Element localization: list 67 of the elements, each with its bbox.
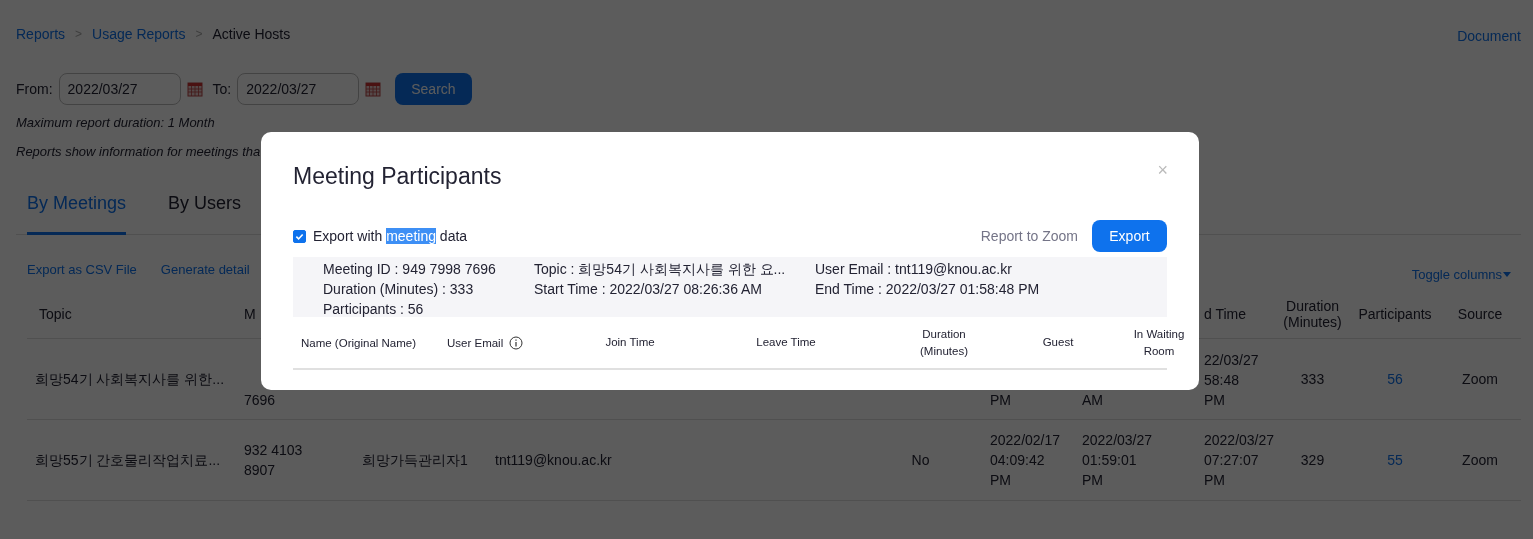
table-cell-text: 2022/02/17 04:09:42 PM: [990, 431, 1061, 490]
toggle-columns-link[interactable]: Toggle columns: [1411, 267, 1511, 282]
meeting-info-text: Topic : 희망54기 사회복지사를 위한 요...: [534, 260, 787, 279]
meeting-info-text: End Time : 2022/03/27 01:58:48 PM: [815, 280, 1040, 299]
table-cell-text: No: [911, 451, 930, 470]
table-cell-text: 희망가득관리자1: [362, 451, 468, 470]
meeting-info-text: User Email : tnt119@knou.ac.kr: [815, 260, 1013, 279]
column-header: Name (Original Name): [301, 336, 417, 349]
table-cell-text: 희망54기 사회복지사를 위한...: [35, 370, 225, 389]
column-header: Topic: [39, 306, 72, 322]
checkbox[interactable]: [293, 229, 306, 243]
column-header: Duration (Minutes): [919, 326, 969, 359]
column-header: Participants: [1358, 306, 1432, 322]
meeting-info-text: Meeting ID : 949 7998 7696: [323, 260, 497, 279]
action-link[interactable]: Generate detail: [160, 262, 250, 277]
dialog-title: Meeting Participants: [293, 162, 502, 190]
table-cell-text: 2022/03/27 07:27:07 PM: [1204, 431, 1275, 490]
caret-icon: [1503, 272, 1511, 277]
column-header: User Email: [447, 336, 504, 349]
to-label: To:: [212, 81, 232, 97]
column-header: Leave Time: [756, 335, 816, 350]
table-cell-text: Zoom: [1462, 451, 1498, 470]
meeting-info-text: Participants : 56: [323, 300, 425, 319]
info-note: Reports show information for meetings tha: [16, 144, 262, 159]
column-header: Guest: [1042, 335, 1074, 350]
breadcrumb-current: Active Hosts: [212, 26, 291, 42]
search-button[interactable]: Search: [395, 73, 472, 105]
table-cell-text: 22/03/27 58:48 PM: [1204, 351, 1259, 410]
breadcrumb-separator: >: [195, 27, 203, 41]
duration-note: Maximum report duration: 1 Month: [16, 115, 216, 130]
action-link[interactable]: Export as CSV File: [27, 262, 137, 277]
table-cell-text: tnt119@knou.ac.kr: [495, 451, 612, 470]
table-cell-text: Zoom: [1462, 370, 1498, 389]
table-cell-text: 7696: [244, 391, 276, 410]
tab[interactable]: By Users: [168, 189, 242, 235]
meeting-info-text: Duration (Minutes) : 333: [323, 280, 475, 299]
table-cell-text: 희망55기 간호물리작업치료...: [35, 451, 221, 470]
table-cell-text: 2022/03/27 01:59:01 PM: [1082, 431, 1153, 490]
breadcrumb-separator: >: [75, 27, 83, 41]
export-button[interactable]: Export: [1092, 220, 1167, 252]
report-link[interactable]: Report to Zoom: [980, 228, 1078, 244]
column-header: M: [244, 306, 256, 322]
document-link[interactable]: Document: [1457, 28, 1521, 44]
participants-link[interactable]: 55: [1387, 450, 1403, 470]
column-header: Join Time: [605, 335, 655, 350]
from-date-field[interactable]: 2022/03/27: [58, 73, 181, 105]
column-header: d Time: [1204, 306, 1246, 322]
breadcrumb-link[interactable]: Reports: [16, 26, 66, 42]
close-icon[interactable]: ×: [1157, 159, 1168, 181]
column-header: Source: [1457, 306, 1503, 322]
breadcrumb-link[interactable]: Usage Reports: [92, 26, 186, 42]
column-header: In Waiting Room: [1132, 326, 1186, 359]
table-cell-text: AM: [1082, 391, 1103, 410]
participants-link[interactable]: 56: [1387, 369, 1403, 389]
calendar-icon[interactable]: [365, 81, 382, 97]
from-label: From:: [16, 81, 53, 97]
to-date-field[interactable]: 2022/03/27: [237, 73, 360, 105]
table-cell-text: 932 4103 8907: [244, 441, 303, 480]
table-cell-text: 333: [1300, 370, 1325, 389]
info-icon[interactable]: [509, 335, 524, 350]
table-cell-text: 329: [1300, 451, 1325, 470]
checkbox-label: Export with meeting data: [313, 228, 468, 244]
column-header: Duration (Minutes): [1283, 298, 1342, 330]
calendar-icon[interactable]: [186, 81, 203, 97]
table-cell-text: PM: [990, 391, 1011, 410]
tab[interactable]: By Meetings: [27, 189, 127, 235]
meeting-info-text: Start Time : 2022/03/27 08:26:36 AM: [534, 280, 764, 299]
